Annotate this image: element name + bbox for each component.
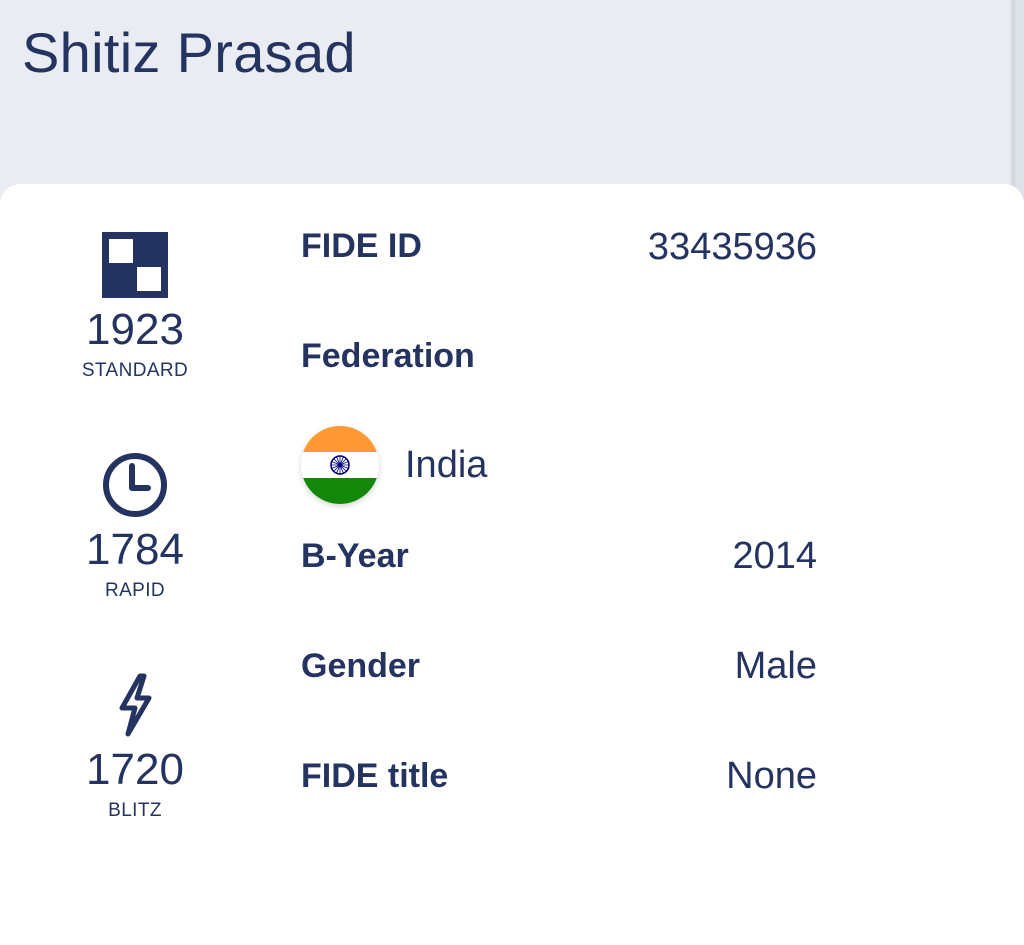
standard-board-icon — [102, 232, 168, 298]
rating-label: BLITZ — [108, 800, 162, 821]
rating-value: 1720 — [86, 745, 184, 794]
rating-standard: 1923 STANDARD — [60, 232, 210, 382]
federation-label: Federation — [301, 337, 475, 375]
byear-value: 2014 — [732, 535, 817, 577]
gender-value: Male — [734, 645, 817, 687]
clock-icon — [103, 453, 167, 517]
scrollbar[interactable] — [1010, 0, 1024, 205]
lightning-icon — [119, 673, 152, 737]
gender-label: Gender — [301, 647, 421, 685]
rating-label: RAPID — [104, 580, 166, 601]
player-name: Shitiz Prasad — [22, 21, 356, 84]
india-flag-icon — [301, 426, 379, 504]
fide-id-value: 33435936 — [647, 226, 817, 268]
rating-label: STANDARD — [81, 360, 189, 381]
fide-title-value: None — [726, 755, 817, 797]
profile-header: Shitiz Prasad — [0, 0, 1010, 200]
rating-rapid: 1784 RAPID — [60, 452, 210, 602]
fide-id-label: FIDE ID — [301, 227, 422, 265]
rating-value: 1923 — [86, 305, 184, 354]
fide-title-label: FIDE title — [301, 757, 449, 795]
byear-label: B-Year — [301, 537, 409, 575]
rating-blitz: 1720 BLITZ — [60, 672, 210, 822]
federation-country: India — [405, 444, 488, 486]
rating-value: 1784 — [86, 525, 184, 574]
